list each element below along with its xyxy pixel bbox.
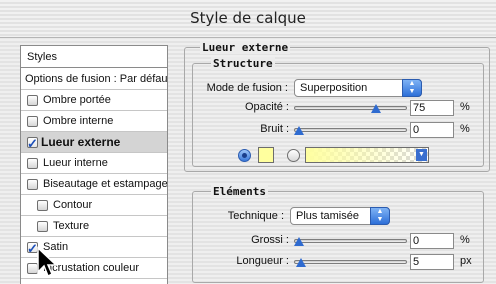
style-item-inner-shadow[interactable]: Ombre interne [21,111,167,132]
texture-checkbox[interactable] [37,221,48,232]
elements-title: Eléments [211,185,268,198]
size-label: Longueur : [236,255,289,267]
inner-glow-checkbox[interactable] [27,158,38,169]
style-item-label: Lueur interne [43,157,108,169]
drop-shadow-checkbox[interactable] [27,95,38,106]
noise-label: Bruit : [260,123,289,135]
style-item-drop-shadow[interactable]: Ombre portée [21,90,167,111]
style-item-label: Biseautage et estampage [43,178,167,190]
style-item-label: Ombre interne [43,115,114,127]
inner-shadow-checkbox[interactable] [27,116,38,127]
style-item-label: Texture [53,220,90,232]
triangle-down-icon[interactable]: ▼ [416,149,427,161]
spread-slider-thumb[interactable] [294,237,304,246]
size-input[interactable]: 5 [410,254,454,270]
arrow-cursor-icon [37,246,58,278]
spread-input[interactable]: 0 [410,233,454,249]
contour-checkbox[interactable] [37,200,48,211]
style-item-outer-glow[interactable]: ✓ Lueur externe [21,132,167,153]
opacity-label: Opacité : [244,101,289,113]
style-item-label: Ombre portée [43,94,111,106]
style-item-contour[interactable]: Contour [21,195,167,216]
checkmark-icon: ✓ [27,136,38,151]
style-item-texture[interactable]: Texture [21,216,167,237]
glow-gradient-picker[interactable]: ▼ [305,147,429,163]
style-item-inner-glow[interactable]: Lueur interne [21,153,167,174]
noise-unit: % [460,123,470,135]
noise-input[interactable]: 0 [410,122,454,138]
window-title: Style de calque [190,9,306,27]
blend-mode-label: Mode de fusion : [206,82,288,94]
opacity-input[interactable]: 75 [410,100,454,116]
style-item-label: Lueur externe [41,135,121,149]
size-unit: px [460,255,472,267]
bevel-emboss-checkbox[interactable] [27,179,38,190]
technique-value: Plus tamisée [296,210,359,222]
technique-label: Technique : [227,210,284,222]
noise-slider-thumb[interactable] [294,126,304,135]
window-titlebar: Style de calque [0,0,496,38]
size-slider[interactable] [294,260,407,264]
gradient-radio[interactable] [287,149,300,162]
updown-arrows-icon: ▲ ▼ [370,207,390,225]
style-item-bevel-emboss[interactable]: Biseautage et estampage [21,174,167,195]
outer-glow-title: Lueur externe [200,41,291,54]
opacity-slider[interactable] [294,106,407,110]
dialog-content: Styles Options de fusion : Par défaut Om… [0,39,496,284]
glow-color-swatch[interactable] [258,147,274,163]
spread-slider[interactable] [294,239,407,243]
opacity-unit: % [460,101,470,113]
updown-arrows-icon: ▲ ▼ [402,79,422,97]
blend-mode-value: Superposition [300,82,368,94]
noise-slider[interactable] [294,128,407,132]
solid-color-radio[interactable] [238,149,251,162]
spread-unit: % [460,234,470,246]
structure-title: Structure [211,57,275,70]
technique-popup[interactable]: Plus tamisée ▲ ▼ [290,207,390,225]
styles-header[interactable]: Styles [21,46,167,68]
opacity-slider-thumb[interactable] [371,104,382,113]
outer-glow-checkbox[interactable]: ✓ [27,136,38,151]
spread-label: Grossi : [251,234,289,246]
size-slider-thumb[interactable] [296,258,307,267]
style-item-label: Contour [53,199,93,211]
blend-mode-popup[interactable]: Superposition ▲ ▼ [294,79,422,97]
blending-options-item[interactable]: Options de fusion : Par défaut [21,68,167,90]
